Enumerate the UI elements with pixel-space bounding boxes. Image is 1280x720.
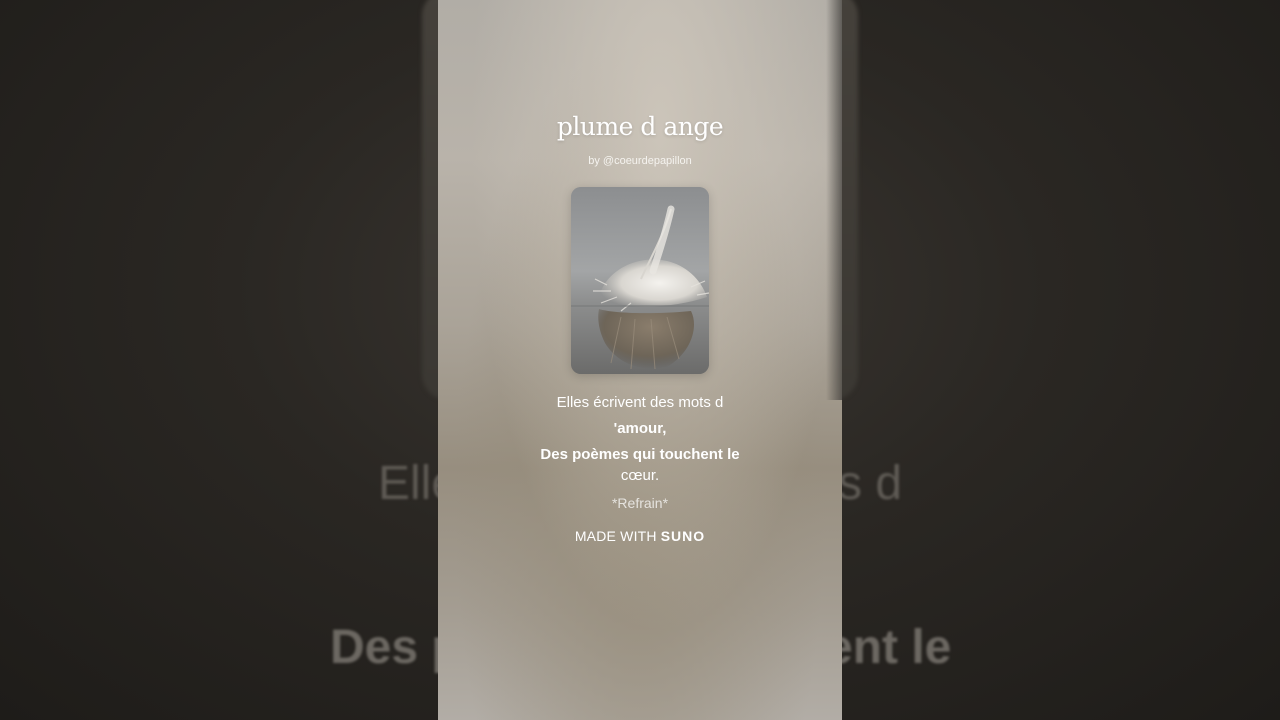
made-with-badge: MADE WITH SUNO: [438, 528, 842, 544]
artist-byline: by @coeurdepapillon: [588, 155, 692, 167]
panel-edge-shadow: [826, 0, 842, 400]
lyric-line-5: *Refrain*: [611, 495, 669, 511]
made-with-label: MADE WITH: [574, 528, 657, 544]
background-lyric-line-2-right: ent le: [826, 621, 952, 674]
lyric-line-4: cœur.: [620, 467, 660, 484]
song-title: plume d ange: [556, 112, 724, 141]
lyrics-block: Elles écrivent des mots d 'amour, Des po…: [438, 390, 842, 514]
cover-art: [571, 187, 709, 374]
feather-icon: [571, 187, 709, 374]
song-panel: plume d ange by @coeurdepapillon Elles é…: [438, 0, 842, 720]
lyric-line-1: Elles écrivent des mots d: [556, 394, 724, 411]
lyric-line-3: Des poèmes qui touchent le: [540, 446, 740, 463]
video-frame: Elle s d Des p ent le plume d ange by @c…: [0, 0, 1280, 720]
lyric-line-2: 'amour,: [613, 420, 667, 437]
suno-logo: SUNO: [660, 528, 706, 544]
background-lyric-line-1-right: s d: [838, 457, 903, 510]
